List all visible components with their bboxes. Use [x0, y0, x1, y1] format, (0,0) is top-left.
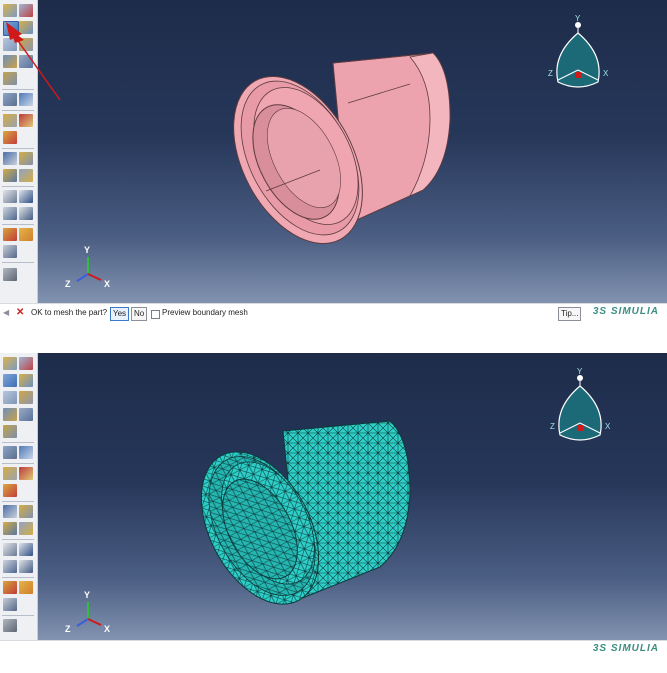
verify-mesh-tool-icon[interactable]: [3, 408, 17, 421]
smooth-mesh-tool-icon[interactable]: [19, 114, 33, 127]
datum-point-tool-icon[interactable]: [3, 190, 17, 203]
view-cube[interactable]: Y Z X: [548, 14, 609, 88]
viewport[interactable]: Y Z X Y X Z: [38, 353, 667, 640]
bottom-panel: Y Z X Y X Z 3S SIMULIA: [0, 353, 667, 673]
toolbox-separator: [2, 501, 34, 502]
triad-x-label: X: [104, 624, 110, 634]
datum-csys-tool-icon[interactable]: [19, 207, 33, 220]
node-edit-tool-icon[interactable]: [3, 505, 17, 518]
viewport-canvas: Y Z X Y X Z: [65, 367, 611, 634]
back-arrow-icon[interactable]: ◀: [3, 307, 9, 319]
node-edit-tool-icon[interactable]: [3, 152, 17, 165]
seed-edges-tool-icon[interactable]: [19, 357, 33, 370]
seed-part-tool-icon[interactable]: [3, 357, 17, 370]
view-cube-x-label: X: [603, 69, 609, 78]
simulia-logo: 3S SIMULIA: [592, 643, 659, 654]
toolbox-separator: [2, 577, 34, 578]
set-tool-icon[interactable]: [3, 228, 17, 241]
viewport[interactable]: Y Z X Y X Z: [38, 0, 667, 303]
smooth-mesh-tool-icon[interactable]: [19, 467, 33, 480]
triad-z-label: Z: [65, 624, 71, 634]
view-cube-y-label: Y: [575, 14, 581, 23]
datum-point-tool-icon[interactable]: [3, 543, 17, 556]
edit-mesh-tool-icon[interactable]: [3, 114, 17, 127]
part-meshed[interactable]: [177, 420, 411, 624]
view-cube-z-label: Z: [550, 422, 555, 431]
toolbox-separator: [2, 615, 34, 616]
feature-tool-icon[interactable]: [3, 245, 17, 258]
yes-button[interactable]: Yes: [110, 307, 130, 321]
element-edit-tool-icon[interactable]: [19, 152, 33, 165]
prompt-bar: ◀ ✕ OK to mesh the part? Yes No Preview …: [0, 303, 667, 323]
mesh-offset-tool-icon[interactable]: [3, 169, 17, 182]
datum-plane-tool-icon[interactable]: [3, 560, 17, 573]
virtual-topology-tool-icon[interactable]: [3, 446, 17, 459]
adaptive-remesh-tool-icon[interactable]: [3, 131, 17, 144]
viewport-canvas: Y Z X Y X Z: [65, 14, 609, 289]
view-cube-x-label: X: [605, 422, 611, 431]
triad-y-label: Y: [84, 245, 90, 255]
datum-axis-tool-icon[interactable]: [19, 543, 33, 556]
set-tool-icon[interactable]: [3, 581, 17, 594]
mesh-controls-tool-icon[interactable]: [3, 391, 17, 404]
datum-axis-tool-icon[interactable]: [19, 190, 33, 203]
toolbox-separator: [2, 110, 34, 111]
partition-tool-icon[interactable]: [3, 425, 17, 438]
mesh-toolbox: [0, 353, 38, 640]
preview-boundary-mesh-checkbox[interactable]: [151, 310, 160, 319]
element-edit-tool-icon[interactable]: [19, 505, 33, 518]
no-button[interactable]: No: [131, 307, 148, 321]
view-cube[interactable]: Y Z X: [550, 367, 611, 441]
cancel-x-icon[interactable]: ✕: [16, 307, 24, 319]
datum-csys-tool-icon[interactable]: [19, 560, 33, 573]
coordinate-triad: Y X Z: [65, 245, 110, 289]
simulia-logo: 3S SIMULIA: [592, 306, 659, 317]
adaptive-remesh-tool-icon[interactable]: [3, 484, 17, 497]
triad-y-label: Y: [84, 590, 90, 600]
mesh-part-tool-icon[interactable]: [3, 374, 17, 387]
tools-wrench-icon[interactable]: [3, 268, 17, 281]
triad-x-label: X: [104, 279, 110, 289]
prompt-text: OK to mesh the part?: [31, 308, 108, 317]
toolbox-separator: [2, 539, 34, 540]
mesh-offset-tool-icon[interactable]: [3, 522, 17, 535]
preview-boundary-mesh-label: Preview boundary mesh: [162, 308, 248, 317]
toolbox-separator: [2, 148, 34, 149]
datum-plane-tool-icon[interactable]: [3, 207, 17, 220]
part-unmeshed[interactable]: [207, 52, 451, 265]
element-type-tool-icon[interactable]: [19, 391, 33, 404]
assign-order-tool-icon[interactable]: [19, 408, 33, 421]
tip-button[interactable]: Tip...: [558, 307, 582, 321]
toolbox-separator: [2, 262, 34, 263]
toolbox-separator: [2, 463, 34, 464]
toolbox-separator: [2, 186, 34, 187]
top-panel: Y Z X Y X Z ◀ ✕ OK to mesh the part? Yes…: [0, 0, 667, 323]
toolbox-separator: [2, 224, 34, 225]
coordinate-triad: Y X Z: [65, 590, 110, 634]
surface-tool-icon[interactable]: [19, 581, 33, 594]
prompt-bar: 3S SIMULIA: [0, 640, 667, 660]
mesh-region-tool-icon[interactable]: [19, 374, 33, 387]
mesh-refine-tool-icon[interactable]: [19, 169, 33, 182]
view-cube-z-label: Z: [548, 69, 553, 78]
query-tool-icon[interactable]: [19, 446, 33, 459]
mesh-refine-tool-icon[interactable]: [19, 522, 33, 535]
surface-tool-icon[interactable]: [19, 228, 33, 241]
feature-tool-icon[interactable]: [3, 598, 17, 611]
annotation-arrow: [6, 22, 61, 101]
edit-mesh-tool-icon[interactable]: [3, 467, 17, 480]
toolbox-separator: [2, 442, 34, 443]
triad-z-label: Z: [65, 279, 71, 289]
view-cube-y-label: Y: [577, 367, 583, 376]
tools-wrench-icon[interactable]: [3, 619, 17, 632]
